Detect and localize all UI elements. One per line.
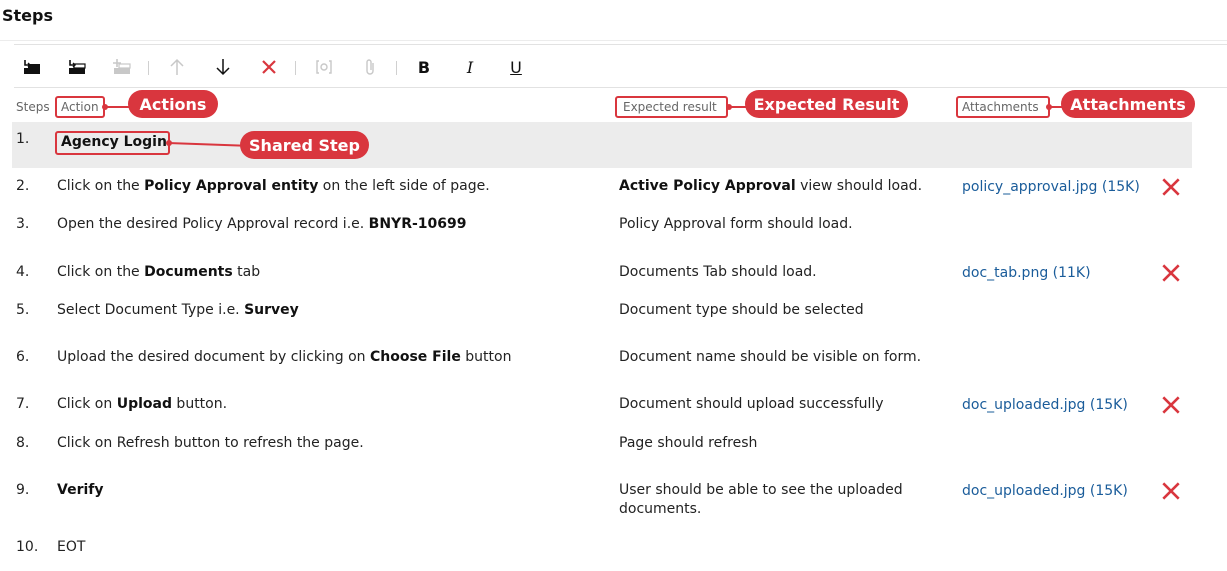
page-title: Steps (2, 6, 53, 25)
toolbar-separator (396, 61, 397, 75)
attachments-callout: Attachments (1061, 90, 1195, 118)
arrow-down-icon (216, 59, 230, 76)
step-number: 3. (16, 216, 30, 232)
shared-step-callout: Shared Step (240, 131, 369, 159)
step-expected-result[interactable]: Document type should be selected (619, 301, 939, 320)
step-number: 6. (16, 349, 30, 365)
steps-toolbar: B I U (14, 44, 1227, 88)
move-up-button[interactable] (165, 55, 189, 79)
delete-attachment-icon[interactable] (1162, 396, 1180, 414)
delete-attachment-icon[interactable] (1162, 178, 1180, 196)
step-expected-result[interactable]: Active Policy Approval view should load. (619, 177, 939, 196)
bold-button[interactable]: B (412, 55, 436, 79)
step-expected-result[interactable]: User should be able to see the uploaded … (619, 481, 909, 519)
italic-button[interactable]: I (458, 55, 482, 79)
insert-step-icon (24, 60, 40, 74)
step-expected-result[interactable]: Page should refresh (619, 434, 939, 453)
step-action[interactable]: Select Document Type i.e. Survey (57, 301, 597, 320)
expected-column-header: Expected result (623, 100, 717, 114)
bold-label: B (417, 57, 431, 77)
step-number: 2. (16, 178, 30, 194)
step-action[interactable]: Verify (57, 481, 597, 500)
underline-button[interactable]: U (504, 55, 528, 79)
attachments-column-header: Attachments (962, 100, 1039, 114)
step-expected-result[interactable]: Document name should be visible on form. (619, 348, 939, 367)
create-shared-step-button[interactable] (110, 55, 134, 79)
action-column-header: Action (61, 100, 99, 114)
step-number: 1. (16, 131, 30, 147)
underline-label: U (510, 57, 522, 77)
attachment-link[interactable]: policy_approval.jpg (15K) (962, 178, 1140, 197)
steps-column-header: Steps (16, 100, 50, 114)
arrow-up-icon (170, 58, 184, 75)
step-expected-result[interactable]: Documents Tab should load. (619, 263, 939, 282)
insert-parameter-button[interactable] (312, 55, 336, 79)
attach-button[interactable] (358, 55, 382, 79)
step-number: 10. (16, 539, 39, 555)
step-action[interactable]: Open the desired Policy Approval record … (57, 215, 597, 234)
step-action[interactable]: Click on Upload button. (57, 395, 597, 414)
toolbar-separator (148, 61, 149, 75)
delete-attachment-icon[interactable] (1162, 482, 1180, 500)
step-number: 8. (16, 435, 30, 451)
insert-step-button[interactable] (20, 55, 44, 79)
title-divider (0, 40, 1227, 41)
step-number: 9. (16, 482, 30, 498)
step-expected-result[interactable]: Document should upload successfully (619, 395, 939, 414)
step-action[interactable]: Click on the Documents tab (57, 263, 597, 282)
callout-leader (105, 106, 130, 108)
shared-step-title[interactable]: Agency Login (61, 134, 167, 150)
expected-result-callout: Expected Result (745, 90, 908, 118)
delete-step-button[interactable] (257, 55, 281, 79)
step-action[interactable]: Upload the desired document by clicking … (57, 348, 597, 367)
attachment-link[interactable]: doc_uploaded.jpg (15K) (962, 396, 1128, 415)
paperclip-icon (366, 59, 374, 75)
step-number: 4. (16, 264, 30, 280)
step-action[interactable]: Click on Refresh button to refresh the p… (57, 434, 597, 453)
step-number: 5. (16, 302, 30, 318)
actions-callout: Actions (128, 90, 218, 118)
attachment-link[interactable]: doc_tab.png (11K) (962, 264, 1091, 283)
parameter-icon (316, 60, 332, 74)
step-number: 7. (16, 396, 30, 412)
insert-shared-step-button[interactable] (65, 55, 89, 79)
italic-label: I (466, 57, 474, 77)
insert-shared-step-icon (69, 60, 86, 74)
step-action[interactable]: Click on the Policy Approval entity on t… (57, 177, 597, 196)
create-shared-step-icon (113, 59, 131, 74)
step-action[interactable]: EOT (57, 538, 597, 557)
step-expected-result[interactable]: Policy Approval form should load. (619, 215, 939, 234)
shared-step-row[interactable] (12, 122, 1192, 168)
toolbar-separator (295, 61, 296, 75)
move-down-button[interactable] (211, 55, 235, 79)
delete-attachment-icon[interactable] (1162, 264, 1180, 282)
close-icon (262, 60, 276, 74)
attachment-link[interactable]: doc_uploaded.jpg (15K) (962, 482, 1128, 501)
